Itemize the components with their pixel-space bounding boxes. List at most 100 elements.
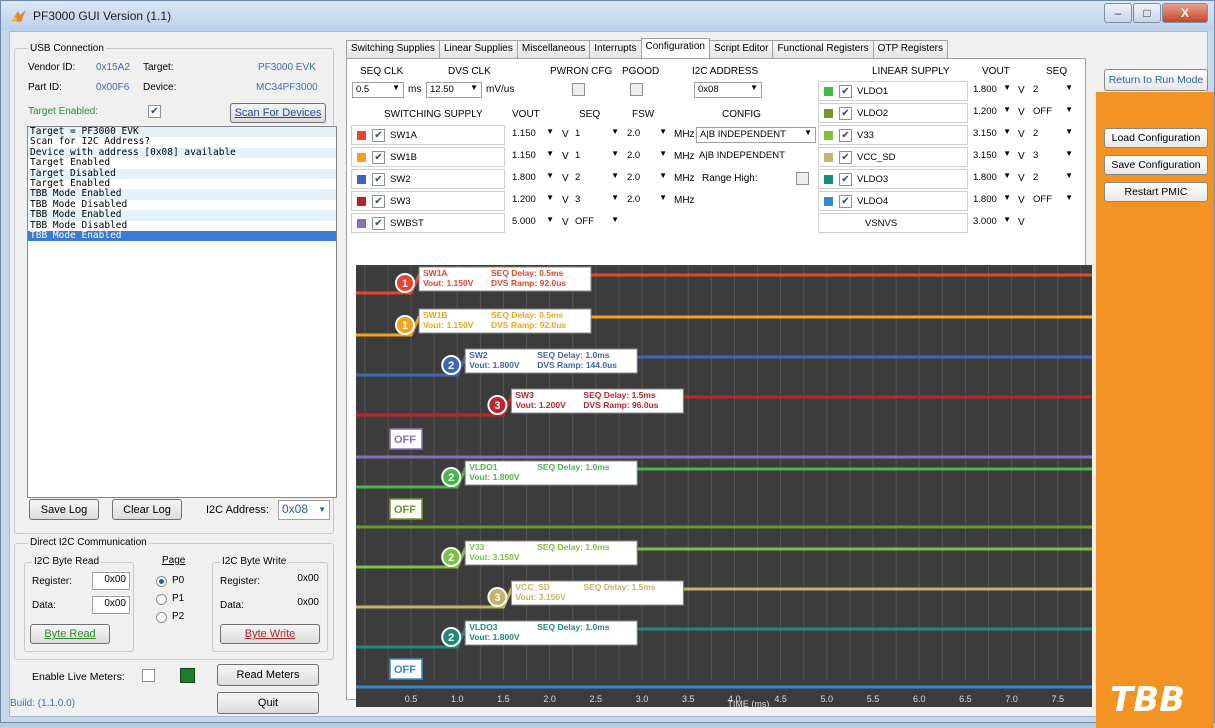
tab-script-editor[interactable]: Script Editor [708,40,774,58]
lin-vout-select[interactable]: 1.800 ▼ [970,83,1014,99]
load-configuration-button[interactable]: Load Configuration [1104,128,1208,148]
tab-configuration[interactable]: Configuration [640,38,710,58]
quit-button[interactable]: Quit [217,692,319,714]
sw-enable-checkbox[interactable]: ✔ [372,129,385,142]
tab-interrupts[interactable]: Interrupts [589,40,642,58]
tab-otp-registers[interactable]: OTP Registers [872,40,948,58]
sw-enable-checkbox[interactable]: ✔ [372,151,385,164]
seq-clk-select[interactable]: 0.5 ▼ [352,82,404,98]
seq-order-label: 3 [494,400,500,412]
close-button[interactable]: X [1162,3,1208,23]
sw-vout-select[interactable]: 1.800 ▼ [509,171,557,187]
tab-switching-supplies[interactable]: Switching Supplies [346,40,440,58]
lin-seq-select[interactable]: OFF ▼ [1030,193,1076,209]
lin-seq-select[interactable]: 2 ▼ [1030,171,1076,187]
i2c-address-value: 0x08 [282,502,309,516]
log-list[interactable]: Target = PF3000 EVK Scan for I2C Address… [27,126,337,498]
return-to-run-mode-button[interactable]: Return to Run Mode [1104,69,1208,91]
maximize-button[interactable]: □ [1133,3,1161,23]
sw-fsw-select[interactable]: 2.0 ▼ [624,171,670,187]
chevron-down-icon: ▼ [318,505,326,514]
sw-enable-checkbox[interactable]: ✔ [372,195,385,208]
sw-vout-select[interactable]: 5.000 ▼ [509,215,557,231]
lin-seq-select[interactable]: OFF ▼ [1030,105,1076,121]
sw-enable-checkbox[interactable]: ✔ [372,173,385,186]
seq-order-label: 1 [402,320,408,332]
tab-linear-supplies[interactable]: Linear Supplies [438,40,518,58]
lin-enable-checkbox[interactable]: ✔ [839,85,852,98]
restart-pmic-button[interactable]: Restart PMIC [1104,182,1208,202]
target-enabled-checkbox[interactable]: ✔ [148,105,161,118]
scan-for-devices-button[interactable]: Scan For Devices [230,103,326,123]
save-log-button[interactable]: Save Log [29,499,99,520]
sw-vout-select[interactable]: 1.150 ▼ [509,149,557,165]
lin-enable-checkbox[interactable]: ✔ [839,173,852,186]
read-register-input[interactable]: 0x00 [92,572,130,590]
page-p0-radio[interactable] [156,576,167,587]
lin-vout-select[interactable]: 1.800 ▼ [970,171,1014,187]
lin-enable-checkbox[interactable]: ✔ [839,195,852,208]
lin-enable-checkbox[interactable]: ✔ [839,107,852,120]
sw-fsw-select[interactable]: 2.0 ▼ [624,149,670,165]
lin-seq-select[interactable]: 3 ▼ [1030,149,1076,165]
lin-vout-select[interactable]: 3.150 ▼ [970,149,1014,165]
save-configuration-button[interactable]: Save Configuration [1104,155,1208,175]
rail-vout: Vout: 3.150V [515,592,566,602]
range-high-checkbox[interactable] [796,172,809,185]
config-i2c-address-select[interactable]: 0x08 ▼ [694,82,762,98]
sw-seq-select[interactable]: OFF ▼ [572,215,622,231]
chevron-down-icon: ▼ [659,171,667,180]
write-data-input[interactable]: 0x00 [280,596,322,614]
write-register-input[interactable]: 0x00 [280,572,322,590]
lin-vout-select[interactable]: 1.200 ▼ [970,105,1014,121]
byte-write-button[interactable]: Byte Write [220,624,320,644]
tab-miscellaneous[interactable]: Miscellaneous [516,40,591,58]
lin-name: VLDO3 [857,174,889,185]
page-p1-radio[interactable] [156,594,167,605]
rail-seq-delay: SEQ Delay: 1.0ms [537,462,610,472]
device-label: Device: [143,82,177,93]
lin-vout-select[interactable]: 3.000 ▼ [970,215,1014,231]
lin-vout-select[interactable]: 1.800 ▼ [970,193,1014,209]
log-line-selected[interactable]: TBB Mode Enabled [28,230,336,242]
sw-config-select[interactable]: A|B INDEPENDENT ▼ [696,127,816,143]
lin-enable-checkbox[interactable]: ✔ [839,129,852,142]
sw-fsw-select[interactable]: 2.0 ▼ [624,127,670,143]
sw-seq-select[interactable]: 1 ▼ [572,149,622,165]
byte-read-button[interactable]: Byte Read [30,624,110,644]
sw-seq-select[interactable]: 3 ▼ [572,193,622,209]
rail-line [356,395,1092,417]
v-unit: V [562,217,569,228]
minimize-button[interactable]: – [1104,3,1132,23]
i2c-address-select[interactable]: 0x08 ▼ [278,500,330,520]
rail-vout: Vout: 1.150V [423,278,474,288]
read-data-input[interactable]: 0x00 [92,596,130,614]
pwron-cfg-checkbox[interactable] [572,83,585,96]
log-line[interactable]: TBB Mode Enabled [28,209,336,221]
lin-vout-select[interactable]: 3.150 ▼ [970,127,1014,143]
chevron-down-icon: ▼ [1003,171,1011,180]
sw-name-cell: ✔ SW3 [351,191,505,211]
dvs-clk-select[interactable]: 12.50 ▼ [426,82,482,98]
pgood-checkbox[interactable] [630,83,643,96]
sw-vout-select[interactable]: 1.150 ▼ [509,127,557,143]
sw-config-select[interactable]: A|B INDEPENDENT [696,149,816,165]
lin-enable-checkbox[interactable]: ✔ [839,151,852,164]
page-p2-radio[interactable] [156,612,167,623]
sw-vout-select[interactable]: 1.200 ▼ [509,193,557,209]
lin-seq-select[interactable]: 2 ▼ [1030,127,1076,143]
tab-functional-registers[interactable]: Functional Registers [772,40,874,58]
log-line[interactable]: Target Enabled [28,157,336,168]
live-meters-checkbox[interactable] [142,669,155,682]
sw-seq-select[interactable]: 2 ▼ [572,171,622,187]
sw-enable-checkbox[interactable]: ✔ [372,217,385,230]
part-id-value: 0x00F6 [96,82,130,93]
sw-fsw-select[interactable]: 2.0 ▼ [624,193,670,209]
clear-log-button[interactable]: Clear Log [112,499,182,520]
lin-seq-select[interactable]: 2 ▼ [1030,83,1076,99]
read-data-label: Data: [32,600,56,611]
read-meters-button[interactable]: Read Meters [217,664,319,686]
rail-seq-delay: SEQ Delay: 0.5ms [491,310,564,320]
sw-seq-select[interactable]: 1 ▼ [572,127,622,143]
chevron-down-icon: ▼ [546,215,554,224]
